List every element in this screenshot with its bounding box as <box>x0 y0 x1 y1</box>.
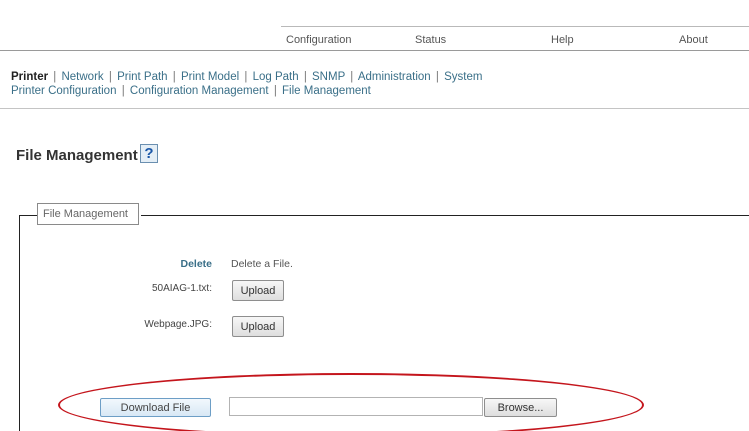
page-title: File Management <box>16 147 138 164</box>
top-menu: Configuration Status Help About <box>281 29 749 49</box>
menu-configuration[interactable]: Configuration <box>286 34 351 46</box>
page: Configuration Status Help About Printer … <box>0 0 749 431</box>
upload-button[interactable]: Upload <box>232 316 284 337</box>
file-name-label: 50AIAG-1.txt: <box>151 283 212 294</box>
nav-separator: | <box>303 71 307 83</box>
nav-printer[interactable]: Printer <box>11 71 48 83</box>
nav-divider <box>0 108 749 109</box>
nav-system[interactable]: System <box>444 71 482 83</box>
menu-about[interactable]: About <box>679 34 708 46</box>
delete-description: Delete a File. <box>231 258 293 270</box>
help-icon[interactable]: ? <box>140 144 158 163</box>
nav-separator: | <box>273 85 277 97</box>
file-path-input[interactable] <box>229 397 483 416</box>
nav-separator: | <box>244 71 248 83</box>
nav-separator: | <box>121 85 125 97</box>
nav-file-management[interactable]: File Management <box>282 85 371 97</box>
menu-status[interactable]: Status <box>415 34 446 46</box>
download-file-button[interactable]: Download File <box>100 398 211 417</box>
nav-separator: | <box>350 71 354 83</box>
nav-configuration-management[interactable]: Configuration Management <box>130 85 269 97</box>
nav-separator: | <box>172 71 176 83</box>
nav-row-2: Printer Configuration | Configuration Ma… <box>11 84 482 98</box>
fieldset-border-left <box>19 215 20 431</box>
nav-separator: | <box>53 71 57 83</box>
menu-help[interactable]: Help <box>551 34 574 46</box>
top-menu-border-bottom <box>0 50 749 51</box>
nav-links: Printer | Network | Print Path | Print M… <box>11 70 482 98</box>
nav-network[interactable]: Network <box>61 71 103 83</box>
file-name-label: Webpage.JPG: <box>144 319 212 330</box>
upload-button[interactable]: Upload <box>232 280 284 301</box>
fieldset-border-top <box>19 215 37 216</box>
nav-row-1: Printer | Network | Print Path | Print M… <box>11 70 482 84</box>
nav-administration[interactable]: Administration <box>358 71 431 83</box>
browse-button[interactable]: Browse... <box>484 398 557 417</box>
nav-printer-configuration[interactable]: Printer Configuration <box>11 85 116 97</box>
fieldset-legend: File Management <box>37 203 139 225</box>
nav-separator: | <box>108 71 112 83</box>
delete-link[interactable]: Delete <box>140 258 212 270</box>
nav-print-model[interactable]: Print Model <box>181 71 239 83</box>
nav-separator: | <box>435 71 439 83</box>
nav-print-path[interactable]: Print Path <box>117 71 168 83</box>
top-menu-border-top <box>281 26 749 27</box>
nav-snmp[interactable]: SNMP <box>312 71 345 83</box>
fieldset-border-top <box>141 215 749 216</box>
nav-log-path[interactable]: Log Path <box>253 71 299 83</box>
